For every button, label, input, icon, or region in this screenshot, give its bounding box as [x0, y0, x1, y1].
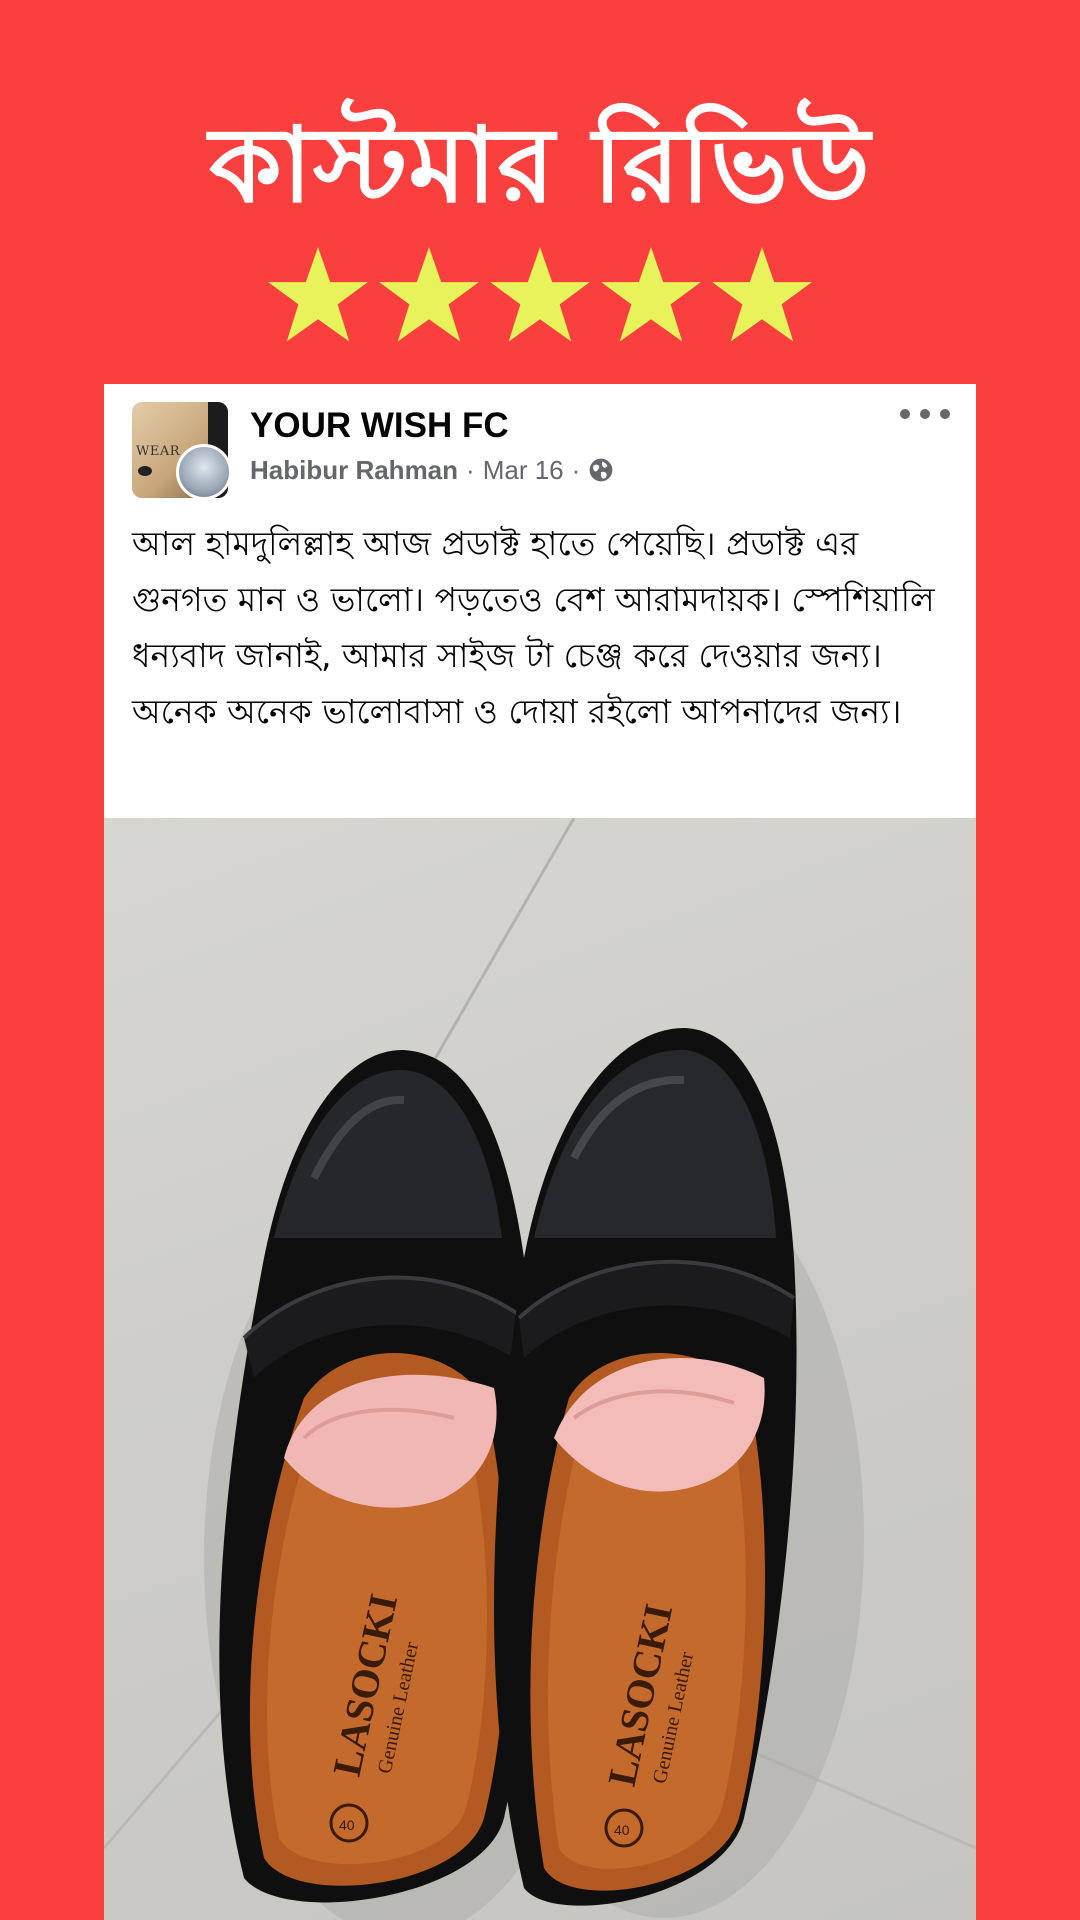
- star-icon: [379, 247, 479, 342]
- meta-separator: ·: [466, 455, 475, 485]
- star-icon: [490, 247, 590, 342]
- avatar-shoe-graphic: [138, 466, 152, 476]
- post-photo[interactable]: LASOCKI Genuine Leather 40 LASOCKI Genui…: [104, 818, 976, 1920]
- star-icon: [601, 247, 701, 342]
- author-name-link[interactable]: Habibur Rahman: [250, 452, 458, 488]
- page-name-link[interactable]: YOUR WISH FC: [250, 404, 509, 448]
- post-date-link[interactable]: Mar 16: [483, 452, 564, 488]
- meta-separator: ·: [571, 455, 581, 485]
- more-options-icon[interactable]: [900, 404, 950, 424]
- headline-title: কাস্টমার রিভিউ: [209, 104, 871, 226]
- author-avatar[interactable]: [176, 444, 232, 500]
- star-icon: [712, 247, 812, 342]
- star-icon: [268, 247, 368, 342]
- size-label: 40: [339, 1817, 355, 1833]
- globe-icon[interactable]: [588, 457, 614, 483]
- rating-stars: [265, 244, 815, 354]
- post-body-text: আল হামদুলিল্লাহ আজ প্রডাক্ট হাতে পেয়েছি…: [132, 524, 935, 731]
- post-meta: Habibur Rahman · Mar 16 ·: [250, 452, 614, 488]
- review-post-card: WEAR YOUR WISH FC Habibur Rahman · Mar 1…: [104, 384, 976, 1920]
- avatar-logo-text: WEAR: [136, 444, 181, 459]
- size-label: 40: [614, 1822, 630, 1838]
- shoes-photo-graphic: LASOCKI Genuine Leather 40 LASOCKI Genui…: [104, 818, 976, 1920]
